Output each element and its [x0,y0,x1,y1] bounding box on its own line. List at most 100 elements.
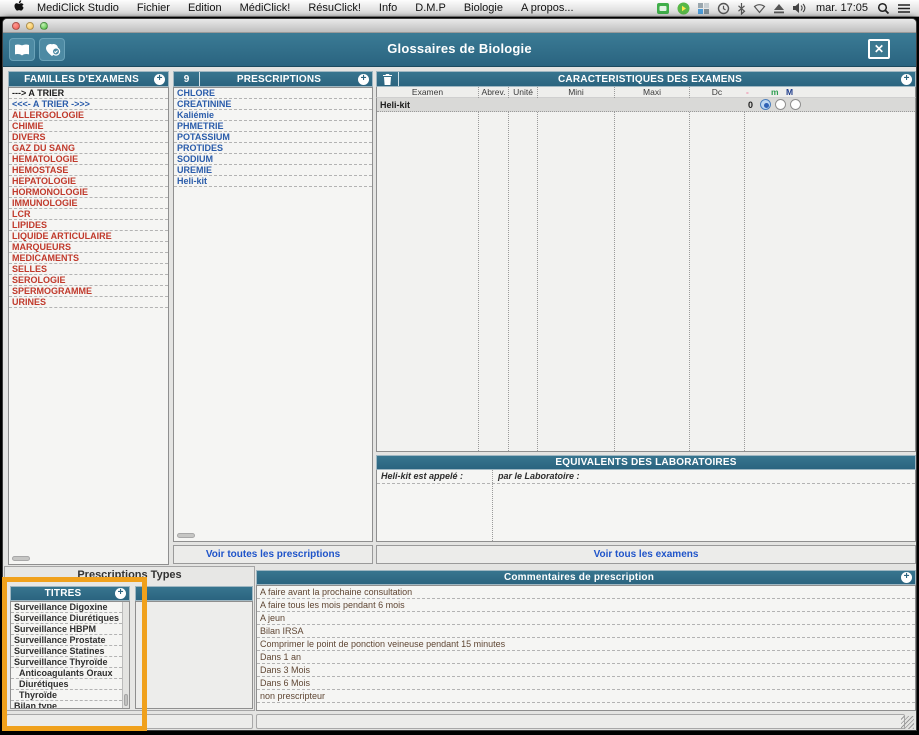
minimize-traffic-button[interactable] [26,22,34,30]
voir-prescriptions-button[interactable]: Voir toutes les prescriptions [173,545,373,564]
famille-item[interactable]: LIQUIDE ARTICULAIRE [9,231,168,242]
famille-item[interactable]: SEROLOGIE [9,275,168,286]
col-unite[interactable]: Unité [508,87,537,98]
menu-item[interactable]: A propos... [512,0,583,17]
menu-item[interactable]: RésuClick! [299,0,370,17]
menu-list-icon[interactable] [897,3,911,14]
col-flag-minus[interactable]: - [746,87,749,98]
menu-item[interactable]: MediClick Studio [28,0,128,17]
famille-item[interactable]: DIVERS [9,132,168,143]
add-famille-button[interactable]: + [154,74,165,85]
time-machine-icon[interactable] [717,2,730,15]
titre-item[interactable]: Surveillance Statines [11,646,122,657]
menu-item[interactable]: Info [370,0,406,17]
familles-hscrollbar[interactable] [12,556,30,561]
famille-item[interactable]: MEDICAMENTS [9,253,168,264]
titre-item[interactable]: Surveillance HBPM [11,624,122,635]
volume-icon[interactable] [792,2,807,14]
app-header: Glossaires de Biologie ✕ [3,33,916,67]
apple-menu-icon[interactable] [10,0,28,16]
commentaire-item[interactable]: A jeun [257,612,915,625]
prescription-item[interactable]: CHLORE [174,88,372,99]
delete-examen-button[interactable] [377,72,399,86]
menu-item[interactable]: Biologie [455,0,512,17]
close-traffic-button[interactable] [12,22,20,30]
window-titlebar[interactable] [3,19,916,33]
prescription-item[interactable]: SODIUM [174,154,372,165]
titre-item[interactable]: Surveillance Prostate [11,635,122,646]
menu-item[interactable]: MédiClick! [231,0,300,17]
voir-examens-button[interactable]: Voir tous les examens [376,545,916,564]
col-flag-m[interactable]: m [771,87,779,98]
titre-item[interactable]: Diurétiques [11,679,122,690]
famille-item[interactable]: ALLERGOLOGIE [9,110,168,121]
famille-item[interactable]: ---> A TRIER [9,88,168,99]
examen-row-helikit[interactable]: Heli-kit 0 [377,98,915,112]
famille-item[interactable]: LIPIDES [9,220,168,231]
titre-item[interactable]: Surveillance Thyroïde [11,657,122,668]
spotlight-icon[interactable] [877,2,890,15]
famille-item[interactable]: HEPATOLOGIE [9,176,168,187]
famille-item[interactable]: CHIMIE [9,121,168,132]
famille-item[interactable]: SPERMOGRAMME [9,286,168,297]
close-window-button[interactable]: ✕ [868,39,890,59]
bluetooth-icon[interactable] [737,2,746,15]
app-green-icon[interactable] [656,2,670,15]
famille-item[interactable]: IMMUNOLOGIE [9,198,168,209]
flag-m-radio[interactable] [775,99,786,110]
famille-item[interactable]: HORMONOLOGIE [9,187,168,198]
prescription-item[interactable]: UREMIE [174,165,372,176]
titre-item[interactable]: Bilan type [11,701,122,709]
col-abrev[interactable]: Abrev. [478,87,508,98]
famille-item[interactable]: <<<- A TRIER ->>> [9,99,168,110]
commentaire-item[interactable]: A faire tous les mois pendant 6 mois [257,599,915,612]
commentaire-item[interactable]: Dans 6 Mois [257,677,915,690]
play-icon[interactable] [677,2,690,15]
add-commentaire-button[interactable]: + [901,572,912,583]
famille-item[interactable]: HEMOSTASE [9,165,168,176]
titre-item[interactable]: Anticoagulants Oraux [11,668,122,679]
prescription-item[interactable]: Kaliémie [174,110,372,121]
col-dc[interactable]: Dc [689,87,744,98]
famille-item[interactable]: GAZ DU SANG [9,143,168,154]
famille-item[interactable]: MARQUEURS [9,242,168,253]
prescription-item[interactable]: CREATININE [174,99,372,110]
titres-vscrollbar[interactable] [122,602,129,708]
commentaire-item[interactable]: A faire avant la prochaine consultation [257,586,915,599]
prescription-item[interactable]: PROTIDES [174,143,372,154]
famille-item[interactable]: SELLES [9,264,168,275]
flag-M-radio[interactable] [790,99,801,110]
menu-item[interactable]: D.M.P [406,0,455,17]
zoom-traffic-button[interactable] [40,22,48,30]
famille-item[interactable]: LCR [9,209,168,220]
col-mini[interactable]: Mini [537,87,614,98]
titre-item[interactable]: Thyroïde [11,690,122,701]
flag-minus-radio[interactable] [760,99,771,110]
add-titre-button[interactable]: + [115,588,126,599]
prescriptions-hscrollbar[interactable] [177,533,195,538]
prescription-item[interactable]: Heli-kit [174,176,372,187]
commentaire-item[interactable]: Bilan IRSA [257,625,915,638]
col-flag-M[interactable]: M [786,87,793,98]
menu-clock[interactable]: mar. 17:05 [814,2,870,14]
famille-item[interactable]: HEMATOLOGIE [9,154,168,165]
col-maxi[interactable]: Maxi [614,87,689,98]
commentaire-item[interactable]: Comprimer le point de ponction veineuse … [257,638,915,651]
eject-icon[interactable] [773,3,785,14]
titre-item[interactable]: Surveillance Diurétiques [11,613,122,624]
add-prescription-button[interactable]: + [358,74,369,85]
col-examen[interactable]: Examen [377,87,478,98]
menu-item[interactable]: Edition [179,0,231,17]
wifi-icon[interactable] [753,3,766,14]
commentaire-item[interactable]: Dans 3 Mois [257,664,915,677]
menu-item[interactable]: Fichier [128,0,179,17]
commentaire-item[interactable]: Dans 1 an [257,651,915,664]
grid-icon[interactable] [697,2,710,15]
add-examen-button[interactable]: + [901,74,912,85]
commentaire-item[interactable]: non prescripteur [257,690,915,703]
famille-item[interactable]: URINES [9,297,168,308]
titre-item[interactable]: Surveillance Digoxine [11,602,122,613]
prescription-item[interactable]: POTASSIUM [174,132,372,143]
resize-grip[interactable] [901,716,914,729]
prescription-item[interactable]: PHMETRIE [174,121,372,132]
